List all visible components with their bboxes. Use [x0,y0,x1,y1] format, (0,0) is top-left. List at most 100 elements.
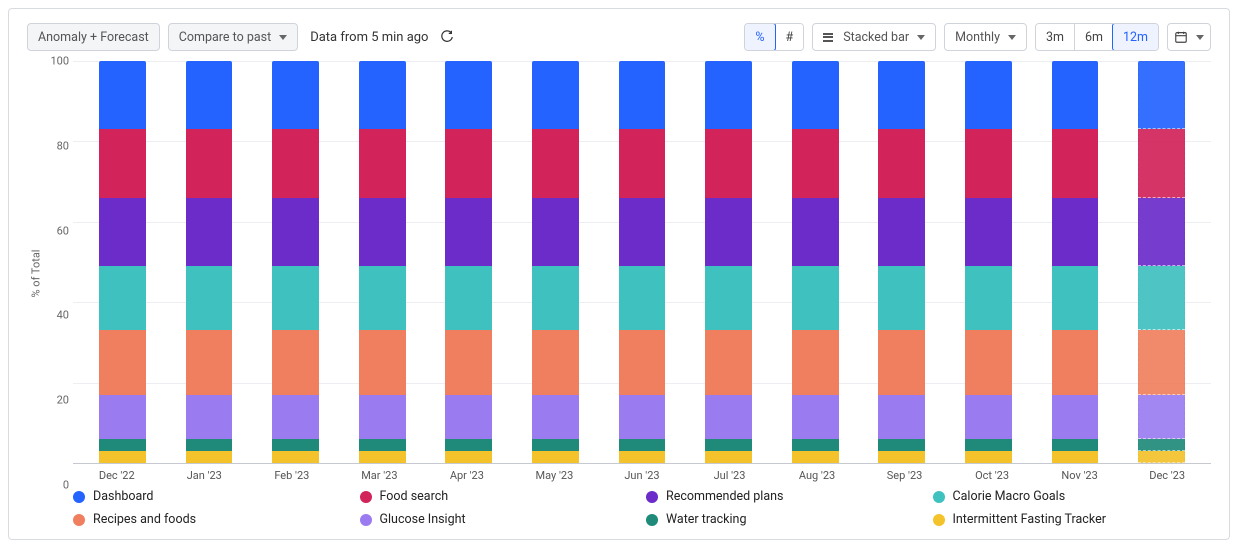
chart-panel: Anomaly + Forecast Compare to past Data … [8,8,1230,540]
stacked-bar[interactable] [792,61,839,463]
stacked-bar[interactable] [272,61,319,463]
unit-percent-button[interactable]: % [744,23,775,51]
bar-segment [445,439,492,451]
legend-item[interactable]: Intermittent Fasting Tracker [933,512,1212,527]
bar-segment [186,439,233,451]
legend-swatch [73,514,85,526]
bar-segment [619,266,666,330]
bar-segment [965,395,1012,439]
interval-selector[interactable]: Monthly [944,23,1027,51]
x-tick: Nov '23 [1036,469,1124,482]
bar-segment [445,61,492,129]
bar-segment [532,198,579,266]
range-3m-button[interactable]: 3m [1036,24,1074,50]
bar-segment [186,451,233,463]
bar-segment [705,129,752,197]
bar-segment [272,451,319,463]
unit-count-button[interactable]: # [775,24,804,50]
bar-segment [272,61,319,129]
bar-segment [1052,266,1099,330]
bar-segment [186,198,233,266]
bar-segment [99,330,146,394]
bar-segment [99,439,146,451]
bar-segment [619,439,666,451]
bar-segment [445,395,492,439]
bar-segment [792,395,839,439]
legend-swatch [360,514,372,526]
bar-segment [445,451,492,463]
bar-segment [792,61,839,129]
stacked-bar-icon [823,33,833,42]
legend-item[interactable]: Recipes and foods [73,512,352,527]
bar-segment [1138,61,1185,129]
stacked-bar[interactable] [445,61,492,463]
legend: Dashboard Food search Recommended plans Cal… [27,485,1211,529]
bar-segment [792,330,839,394]
bar-segment [792,129,839,197]
stacked-bar[interactable] [619,61,666,463]
bar-segment [619,129,666,197]
bar-segment [965,451,1012,463]
bar-segment [186,129,233,197]
legend-item[interactable]: Glucose Insight [360,512,639,527]
legend-swatch [73,491,85,503]
bar-segment [965,198,1012,266]
bar-segment [272,198,319,266]
bar-segment [1138,439,1185,451]
bar-segment [99,198,146,266]
date-picker-button[interactable] [1167,23,1211,51]
bar-segment [1138,198,1185,266]
stacked-bar[interactable] [532,61,579,463]
stacked-bar[interactable] [878,61,925,463]
bar-segment [272,129,319,197]
legend-item[interactable]: Water tracking [646,512,925,527]
bar-segment [792,266,839,330]
anomaly-forecast-button[interactable]: Anomaly + Forecast [27,23,160,51]
x-tick: Dec '23 [1123,469,1211,482]
chart-type-selector[interactable]: Stacked bar [812,23,936,51]
y-axis-label: % of Total [30,249,43,297]
x-tick: Sep '23 [861,469,949,482]
bar-segment [792,439,839,451]
stacked-bar[interactable] [99,61,146,463]
bar-segment [965,266,1012,330]
stacked-bar[interactable] [965,61,1012,463]
bar-segment [705,439,752,451]
y-tick: 60 [57,224,69,237]
range-6m-button[interactable]: 6m [1074,24,1113,50]
bar-segment [445,266,492,330]
legend-item[interactable]: Calorie Macro Goals [933,489,1212,504]
stacked-bar[interactable] [705,61,752,463]
legend-swatch [646,491,658,503]
bar-segment [1138,129,1185,197]
legend-label: Glucose Insight [380,512,466,527]
y-tick: 80 [57,139,69,152]
bar-segment [1052,198,1099,266]
stacked-bar[interactable] [186,61,233,463]
x-tick: Feb '23 [248,469,336,482]
legend-swatch [646,514,658,526]
bar-segment [445,330,492,394]
bar-segment [99,266,146,330]
bar-segment [705,395,752,439]
legend-item[interactable]: Dashboard [73,489,352,504]
stacked-bar[interactable] [359,61,406,463]
legend-item[interactable]: Food search [360,489,639,504]
range-12m-button[interactable]: 12m [1112,23,1159,51]
bar-segment [705,330,752,394]
calendar-icon [1174,30,1188,44]
compare-to-past-button[interactable]: Compare to past [168,23,298,51]
stacked-bar[interactable] [1138,61,1185,463]
legend-item[interactable]: Recommended plans [646,489,925,504]
bar-segment [1138,266,1185,330]
stacked-bar[interactable] [1052,61,1099,463]
bar-segment [186,395,233,439]
bar-segment [965,61,1012,129]
x-tick: Oct '23 [948,469,1036,482]
bar-segment [792,198,839,266]
bar-segment [99,61,146,129]
refresh-icon[interactable] [440,30,454,44]
x-tick: Aug '23 [773,469,861,482]
x-axis-ticks: Dec '22Jan '23Feb '23Mar '23Apr '23May '… [73,463,1211,485]
anomaly-forecast-label: Anomaly + Forecast [38,30,149,45]
